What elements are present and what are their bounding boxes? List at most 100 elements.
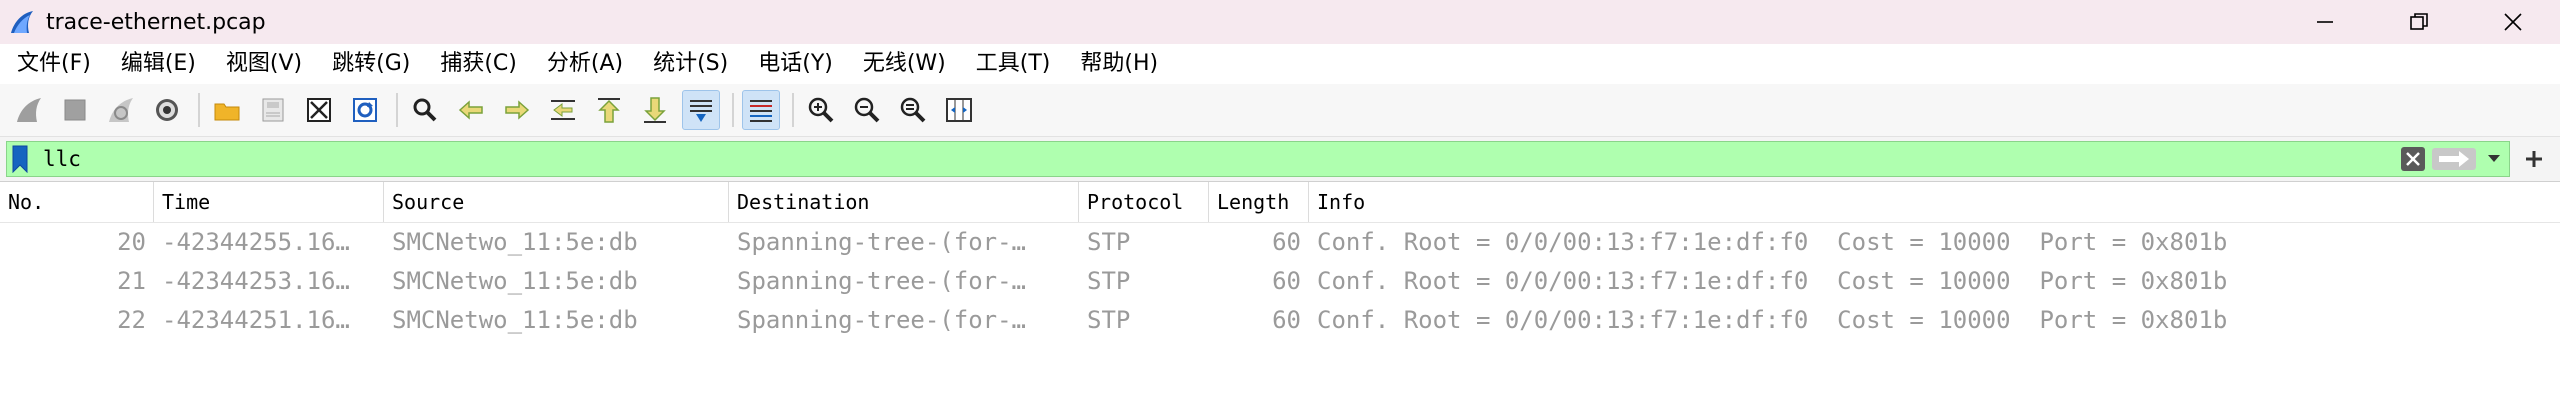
menu-go[interactable]: 跳转(G) [323, 46, 419, 82]
column-header-protocol[interactable]: Protocol [1079, 182, 1209, 222]
last-packet-button[interactable] [636, 90, 674, 130]
clear-filter-icon [2401, 147, 2425, 171]
shark-fin-start-icon [17, 98, 41, 122]
capture-options-button[interactable] [148, 90, 186, 130]
minimize-button[interactable] [2278, 0, 2372, 44]
start-capture-button[interactable] [10, 90, 48, 130]
menu-analyze[interactable]: 分析(A) [538, 46, 632, 82]
cell-source: SMCNetwo_11:5e:db [392, 267, 638, 295]
restart-capture-button[interactable] [102, 90, 140, 130]
menu-view[interactable]: 视图(V) [217, 46, 311, 82]
filter-bookmark-button[interactable] [7, 142, 33, 176]
cell-no: 22 [117, 306, 146, 334]
stop-capture-button[interactable] [56, 90, 94, 130]
find-packet-button[interactable] [406, 90, 444, 130]
column-header-info[interactable]: Info [1309, 182, 2560, 222]
colorize-button[interactable] [742, 90, 780, 130]
column-header-length[interactable]: Length [1209, 182, 1309, 222]
close-icon [2504, 13, 2522, 31]
cell-source: SMCNetwo_11:5e:db [392, 306, 638, 334]
cell-length: 60 [1272, 306, 1301, 334]
add-filter-button-button[interactable] [2514, 142, 2554, 176]
wireshark-fin-icon [8, 8, 36, 36]
column-header-time[interactable]: Time [154, 182, 384, 222]
cell-destination: Spanning-tree-(for-… [737, 267, 1026, 295]
plus-icon [2526, 151, 2542, 167]
reload-icon [353, 98, 377, 122]
title-bar: trace-ethernet.pcap [0, 0, 2560, 44]
packet-row[interactable]: 21 -42344253.16… SMCNetwo_11:5e:db Spann… [0, 262, 2560, 301]
menu-bar: 文件(F) 编辑(E) 视图(V) 跳转(G) 捕获(C) 分析(A) 统计(S… [0, 44, 2560, 84]
cell-no: 21 [117, 267, 146, 295]
last-packet-icon [644, 97, 666, 123]
menu-help[interactable]: 帮助(H) [1071, 46, 1167, 82]
cell-protocol: STP [1087, 306, 1131, 334]
column-header-no[interactable]: No. [0, 182, 154, 222]
go-to-packet-button[interactable] [544, 90, 582, 130]
toolbar-separator [396, 93, 398, 127]
cell-length: 60 [1272, 228, 1301, 256]
cell-destination: Spanning-tree-(for-… [737, 228, 1026, 256]
menu-statistics[interactable]: 统计(S) [644, 46, 737, 82]
clear-filter-button[interactable] [2397, 143, 2429, 175]
chevron-down-icon [2488, 155, 2500, 162]
cell-info: Conf. Root = 0/0/00:13:f7:1e:df:f0 Cost … [1317, 228, 2228, 256]
close-file-button[interactable] [300, 90, 338, 130]
display-filter-field [6, 141, 2510, 177]
first-packet-icon [598, 98, 620, 123]
forward-arrow-icon [505, 100, 530, 120]
restart-fin-icon [109, 98, 133, 122]
zoom-in-icon [808, 97, 834, 123]
filter-history-dropdown[interactable] [2479, 143, 2509, 175]
resize-columns-icon [946, 98, 972, 122]
open-file-button[interactable] [208, 90, 246, 130]
cell-no: 20 [117, 228, 146, 256]
main-toolbar [0, 84, 2560, 137]
go-back-button[interactable] [452, 90, 490, 130]
column-header-destination[interactable]: Destination [729, 182, 1079, 222]
zoom-out-button[interactable] [848, 90, 886, 130]
column-header-source[interactable]: Source [384, 182, 729, 222]
back-arrow-icon [458, 100, 483, 120]
menu-file[interactable]: 文件(F) [8, 46, 100, 82]
resize-columns-button[interactable] [940, 90, 978, 130]
menu-tools[interactable]: 工具(T) [967, 46, 1060, 82]
menu-telephony[interactable]: 电话(Y) [749, 46, 842, 82]
packet-row[interactable]: 22 -42344251.16… SMCNetwo_11:5e:db Spann… [0, 301, 2560, 340]
display-filter-bar [0, 137, 2560, 182]
apply-filter-button[interactable] [2429, 143, 2479, 175]
packet-row[interactable]: 20 -42344255.16… SMCNetwo_11:5e:db Spann… [0, 223, 2560, 262]
first-packet-button[interactable] [590, 90, 628, 130]
save-file-icon [262, 98, 284, 122]
cell-info: Conf. Root = 0/0/00:13:f7:1e:df:f0 Cost … [1317, 306, 2228, 334]
toolbar-separator [198, 93, 200, 127]
apply-arrow-icon [2432, 148, 2476, 170]
menu-capture[interactable]: 捕获(C) [431, 46, 526, 82]
cell-time: -42344251.16… [162, 306, 350, 334]
zoom-in-button[interactable] [802, 90, 840, 130]
cell-protocol: STP [1087, 228, 1131, 256]
cell-source: SMCNetwo_11:5e:db [392, 228, 638, 256]
restore-button[interactable] [2372, 0, 2466, 44]
go-forward-button[interactable] [498, 90, 536, 130]
toolbar-separator [732, 93, 734, 127]
save-file-button[interactable] [254, 90, 292, 130]
cell-time: -42344255.16… [162, 228, 350, 256]
menu-wireless[interactable]: 无线(W) [854, 46, 955, 82]
reload-file-button[interactable] [346, 90, 384, 130]
open-folder-icon [214, 103, 240, 121]
cell-destination: Spanning-tree-(for-… [737, 306, 1026, 334]
menu-edit[interactable]: 编辑(E) [112, 46, 205, 82]
autoscroll-button[interactable] [682, 90, 720, 130]
cell-time: -42344253.16… [162, 267, 350, 295]
zoom-normal-button[interactable] [894, 90, 932, 130]
close-button[interactable] [2466, 0, 2560, 44]
display-filter-input[interactable] [33, 143, 2397, 175]
autoscroll-icon [690, 100, 712, 122]
zoom-normal-icon [900, 97, 926, 123]
restore-icon [2410, 13, 2428, 30]
window-title: trace-ethernet.pcap [46, 9, 266, 35]
cell-info: Conf. Root = 0/0/00:13:f7:1e:df:f0 Cost … [1317, 267, 2228, 295]
close-file-icon [307, 98, 331, 122]
find-magnifier-icon [413, 98, 437, 122]
